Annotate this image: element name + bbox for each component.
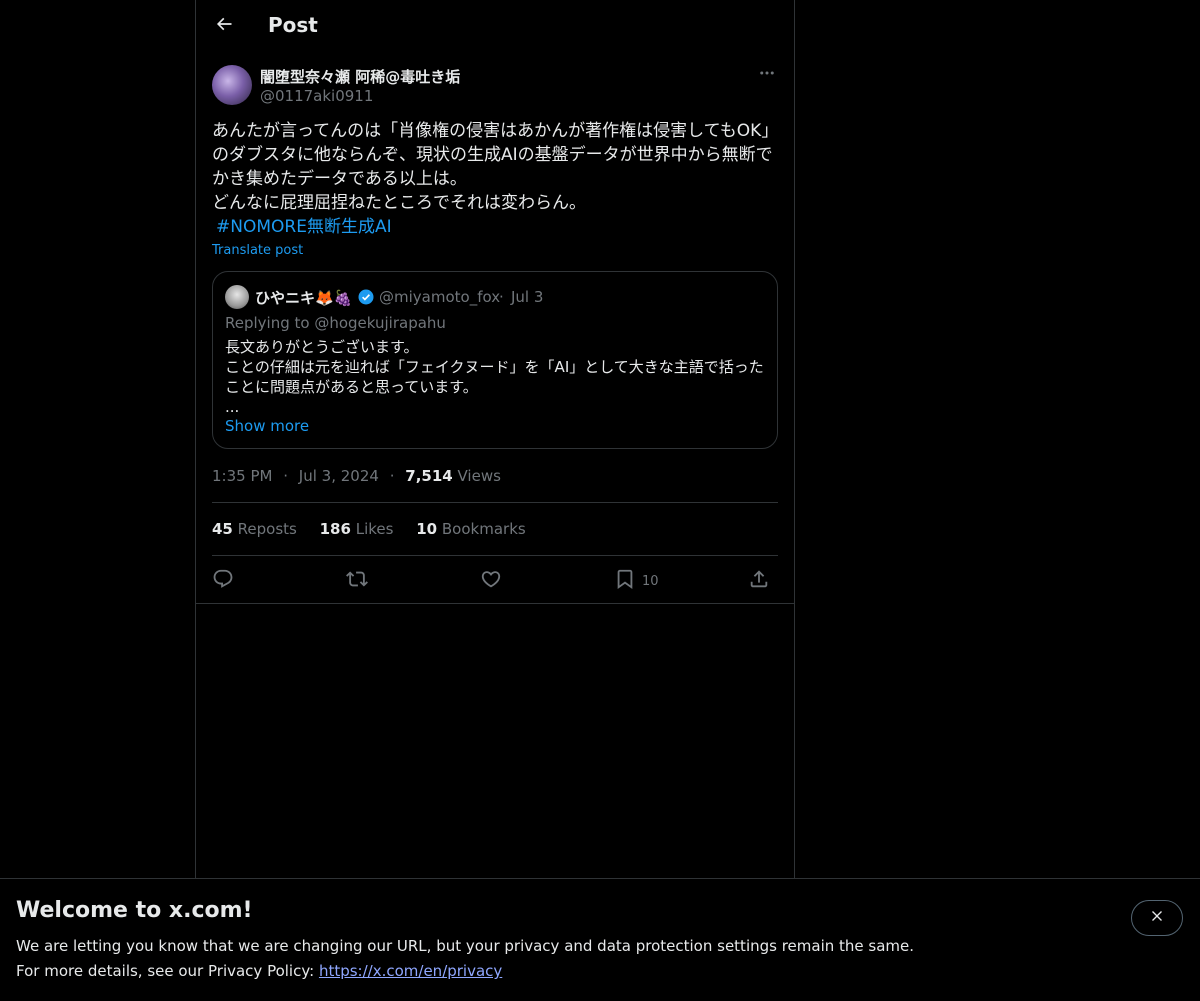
bookmark-count: 10 xyxy=(642,573,659,589)
quote-author-avatar xyxy=(225,285,249,309)
engagement-stats: 45 Reposts 186 Likes 10 Bookmarks xyxy=(212,520,544,538)
divider xyxy=(212,502,778,503)
bookmarks-count: 10 xyxy=(416,520,438,538)
bookmark-icon xyxy=(614,568,636,594)
back-button[interactable] xyxy=(206,8,242,44)
page-title: Post xyxy=(268,13,318,37)
top-bar: Post xyxy=(196,0,794,54)
quote-text: 長文ありがとうございます。 ことの仔細は元を辿れば「フェイクヌード」を「AI」と… xyxy=(225,337,765,417)
post-text-line: どんなに屁理屈捏ねたところでそれは変わらん。 xyxy=(212,193,586,213)
meta-separator: · xyxy=(283,467,289,485)
banner-title: Welcome to x.com! xyxy=(16,898,253,923)
replying-to: Replying to @hogekujirapahu xyxy=(225,314,446,332)
author-avatar[interactable] xyxy=(212,65,252,105)
action-bar: 10 xyxy=(212,564,778,596)
more-dots-icon xyxy=(758,64,776,86)
hashtag-link[interactable]: #NOMORE無断生成AI xyxy=(212,215,778,239)
views-label: Views xyxy=(457,467,501,485)
like-button[interactable] xyxy=(480,568,502,594)
quote-text-line: 長文ありがとうございます。 xyxy=(225,338,419,356)
divider xyxy=(212,555,778,556)
privacy-policy-link[interactable]: https://x.com/en/privacy xyxy=(319,962,502,980)
post-text-line: のダブスタに他ならんぞ、現状の生成AIの基盤データが世界中から無断で xyxy=(212,145,773,165)
reply-button[interactable] xyxy=(212,568,234,594)
post-text-line: あんたが言ってんのは「肖像権の侵害はあかんが著作権は侵害してもOK」 xyxy=(212,121,779,141)
divider xyxy=(196,603,794,604)
author-handle[interactable]: @0117aki0911 xyxy=(260,87,373,105)
quote-text-line: ことに問題点があると思っています。 xyxy=(225,378,478,396)
quote-date: Jul 3 xyxy=(511,288,544,306)
post-meta: 1:35 PM · Jul 3, 2024 · 7,514 Views xyxy=(212,467,501,485)
banner-policy-prefix: For more details, see our Privacy Policy… xyxy=(16,962,319,980)
repost-icon xyxy=(346,568,368,594)
quote-separator: · xyxy=(499,288,504,306)
like-icon xyxy=(480,568,502,594)
show-more-link[interactable]: Show more xyxy=(225,417,309,435)
post-time[interactable]: 1:35 PM xyxy=(212,467,272,485)
post-column: Post 闇堕型奈々瀬 阿稀@毒吐き垢 @0117aki0911 あんたが言って… xyxy=(195,0,795,878)
quoted-post-card[interactable]: ひやニキ🦊🍇 @miyamoto_fox · Jul 3 Replying to… xyxy=(212,271,778,449)
welcome-banner: Welcome to x.com! We are letting you kno… xyxy=(0,878,1200,1001)
reposts-label: Reposts xyxy=(237,520,297,538)
quote-author-name: ひやニキ🦊🍇 xyxy=(255,289,353,307)
share-button[interactable] xyxy=(748,568,770,594)
views-count: 7,514 xyxy=(405,467,453,485)
bookmarks-label: Bookmarks xyxy=(441,520,526,538)
share-icon xyxy=(748,568,770,594)
reply-icon xyxy=(212,568,234,594)
meta-separator: · xyxy=(389,467,395,485)
banner-policy-line: For more details, see our Privacy Policy… xyxy=(16,962,502,980)
author-name[interactable]: 闇堕型奈々瀬 阿稀@毒吐き垢 xyxy=(260,66,460,87)
reposts-count: 45 xyxy=(212,520,233,538)
banner-message: We are letting you know that we are chan… xyxy=(16,937,915,955)
post-date[interactable]: Jul 3, 2024 xyxy=(299,467,379,485)
bookmarks-stat[interactable]: 10 Bookmarks xyxy=(416,520,525,538)
likes-label: Likes xyxy=(355,520,394,538)
bookmark-button[interactable]: 10 xyxy=(614,568,659,594)
close-banner-button[interactable] xyxy=(1131,900,1183,936)
more-options-button[interactable] xyxy=(756,64,778,86)
reposts-stat[interactable]: 45 Reposts xyxy=(212,520,297,538)
translate-post-link[interactable]: Translate post xyxy=(212,243,303,258)
likes-stat[interactable]: 186 Likes xyxy=(320,520,394,538)
close-icon xyxy=(1149,908,1165,928)
quote-text-line: ことの仔細は元を辿れば「フェイクヌード」を「AI」として大きな主語で括った xyxy=(225,358,764,376)
quote-author-handle: @miyamoto_fox xyxy=(379,288,501,306)
verified-badge-icon xyxy=(357,288,375,306)
quote-text-line: ... xyxy=(225,398,240,416)
likes-count: 186 xyxy=(319,520,351,538)
arrow-left-icon xyxy=(214,14,234,38)
post-text: あんたが言ってんのは「肖像権の侵害はあかんが著作権は侵害してもOK」 のダブスタ… xyxy=(212,119,778,239)
post-text-line: かき集めたデータである以上は。 xyxy=(212,169,467,189)
repost-button[interactable] xyxy=(346,568,368,594)
